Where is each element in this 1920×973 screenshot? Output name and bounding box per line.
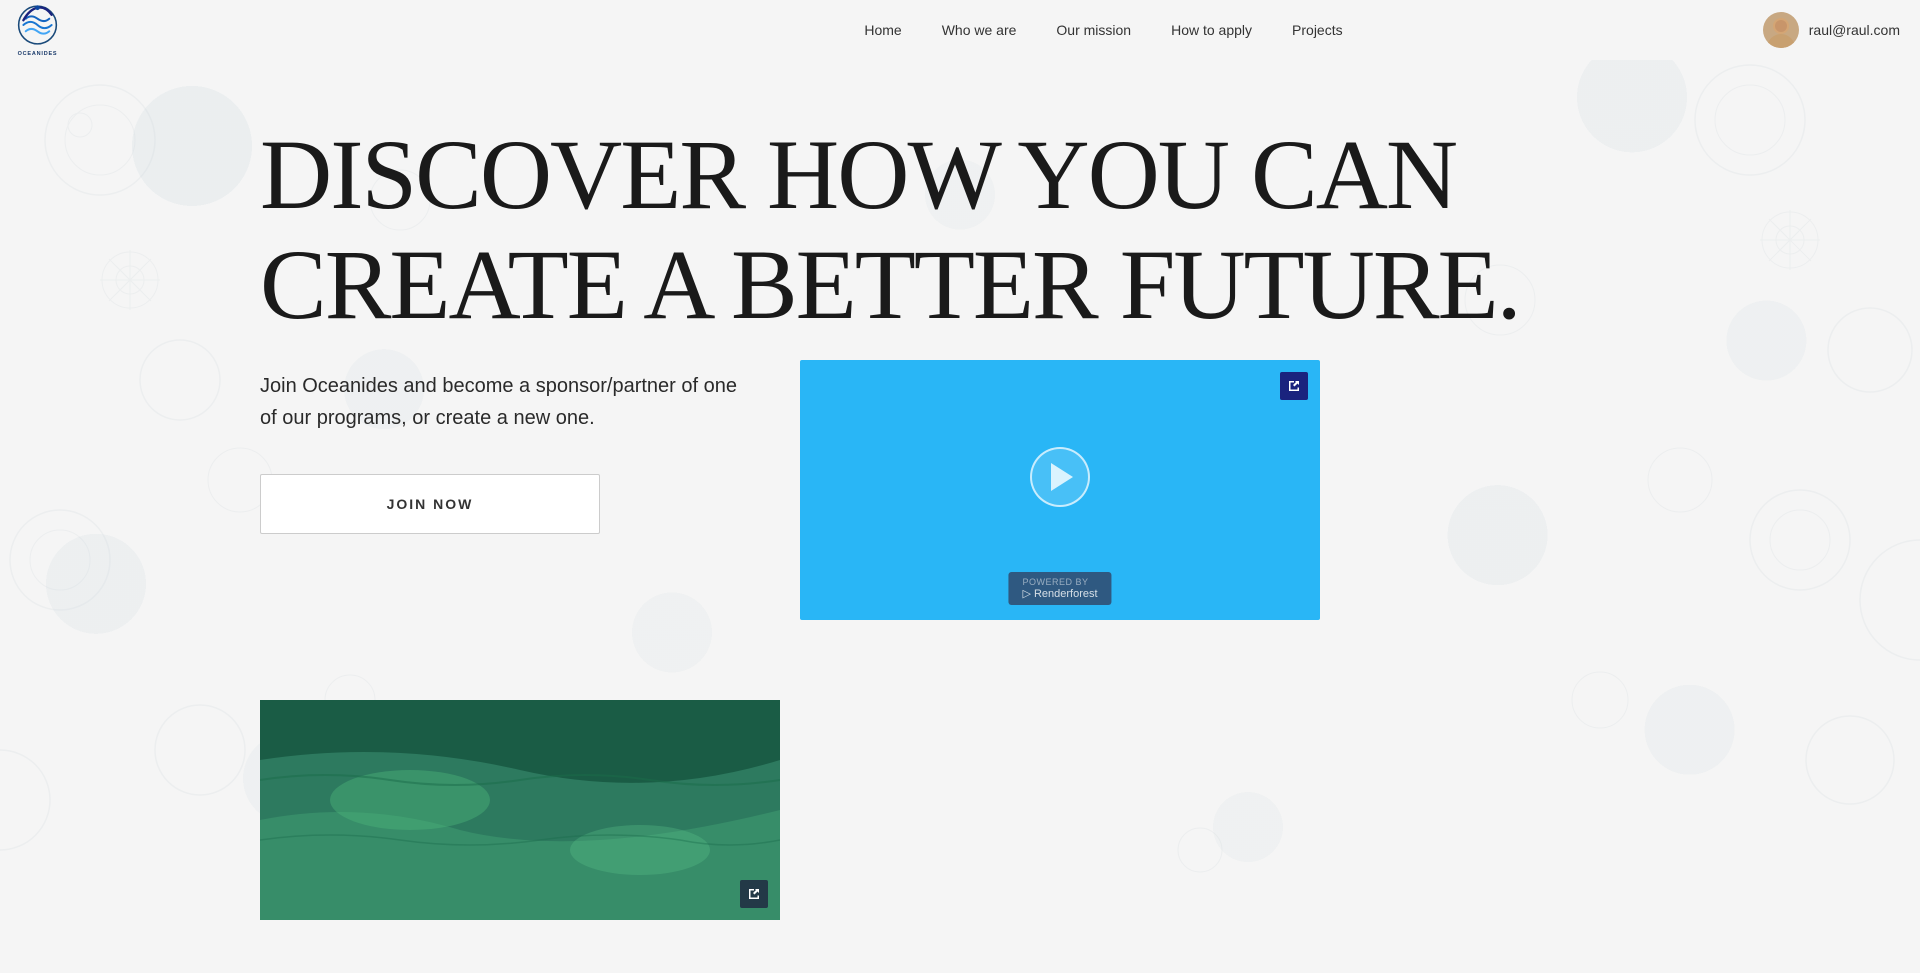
hero-section: DISCOVER HOW YOU CAN CREATE A BETTER FUT… [0, 80, 1920, 620]
hero-body: Join Oceanides and become a sponsor/part… [260, 370, 1660, 620]
video-external-link-icon[interactable] [1280, 372, 1308, 400]
svg-text:OCEANIDES: OCEANIDES [18, 50, 58, 56]
video-player: POWERED BY ▷ Renderforest [800, 360, 1320, 620]
play-icon [1051, 463, 1073, 491]
nav-projects[interactable]: Projects [1292, 22, 1343, 38]
join-now-button[interactable]: JOIN NOW [260, 474, 600, 534]
powered-by-label: POWERED BY ▷ Renderforest [1022, 577, 1097, 600]
nav-who-we-are[interactable]: Who we are [942, 22, 1017, 38]
bottom-image [260, 700, 780, 920]
hero-title-line1: DISCOVER HOW YOU CAN [260, 119, 1456, 230]
nav-our-mission[interactable]: Our mission [1056, 22, 1131, 38]
hero-title: DISCOVER HOW YOU CAN CREATE A BETTER FUT… [260, 120, 1660, 340]
hero-left: Join Oceanides and become a sponsor/part… [260, 370, 740, 534]
nav-links: Home Who we are Our mission How to apply… [864, 22, 1342, 38]
main-content: DISCOVER HOW YOU CAN CREATE A BETTER FUT… [0, 0, 1920, 920]
video-play-button[interactable] [1030, 447, 1090, 507]
nav-how-to-apply[interactable]: How to apply [1171, 22, 1252, 38]
hero-description: Join Oceanides and become a sponsor/part… [260, 370, 740, 434]
user-profile[interactable]: raul@raul.com [1763, 12, 1900, 48]
bottom-image-strip [260, 700, 780, 920]
renderforest-badge: POWERED BY ▷ Renderforest [1008, 572, 1111, 605]
user-email-label: raul@raul.com [1809, 22, 1900, 38]
bottom-external-link-icon[interactable] [740, 880, 768, 908]
nav-home[interactable]: Home [864, 22, 901, 38]
logo[interactable]: OCEANIDES [10, 3, 65, 58]
hero-title-line2: CREATE A BETTER FUTURE. [260, 229, 1520, 340]
navbar: OCEANIDES Home Who we are Our mission Ho… [0, 0, 1920, 60]
logo-icon: OCEANIDES [10, 3, 65, 58]
avatar [1763, 12, 1799, 48]
